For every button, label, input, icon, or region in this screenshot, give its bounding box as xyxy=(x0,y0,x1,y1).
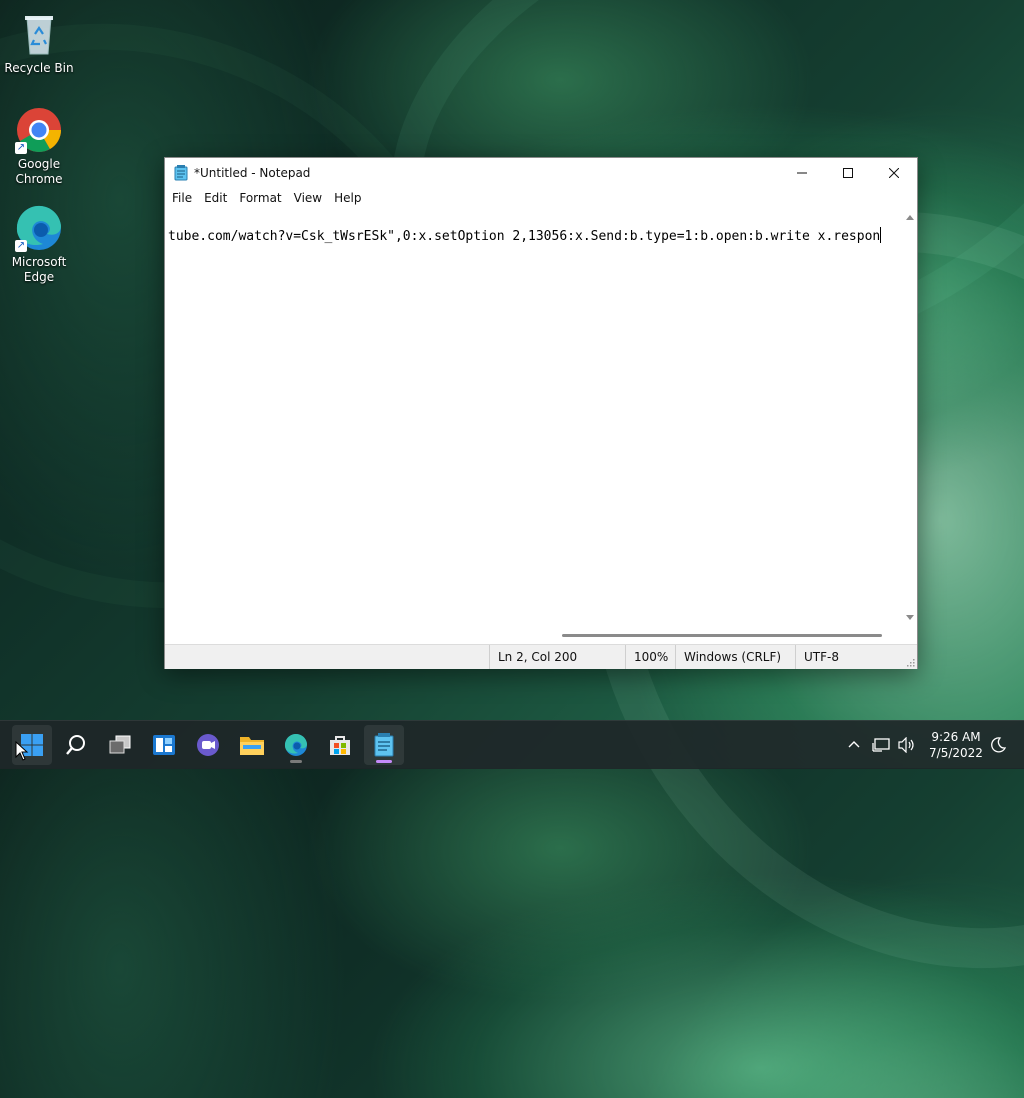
edge-taskbar-button[interactable] xyxy=(276,725,316,765)
shortcut-arrow-icon: ↗ xyxy=(15,240,27,252)
status-cursor-position: Ln 2, Col 200 xyxy=(489,645,618,669)
store-icon xyxy=(330,736,350,755)
notepad-taskbar-button[interactable] xyxy=(364,725,404,765)
taskbar-clock[interactable]: 9:26 AM 7/5/2022 xyxy=(918,729,994,761)
notepad-app-icon xyxy=(173,165,189,181)
chrome-icon: ↗ xyxy=(15,106,63,154)
menu-file[interactable]: File xyxy=(166,191,198,205)
resize-grip-icon xyxy=(907,659,915,667)
widgets-icon xyxy=(153,735,175,755)
task-view-icon xyxy=(109,735,131,754)
widgets-button[interactable] xyxy=(144,725,184,765)
active-indicator xyxy=(376,760,392,763)
menu-format[interactable]: Format xyxy=(233,191,287,205)
recycle-bin-icon xyxy=(15,10,63,58)
desktop-icon-label: Recycle Bin xyxy=(4,61,74,75)
edge-icon xyxy=(284,733,307,756)
minimize-button[interactable] xyxy=(779,158,825,188)
shortcut-arrow-icon: ↗ xyxy=(15,142,27,154)
maximize-button[interactable] xyxy=(825,158,871,188)
close-button[interactable] xyxy=(871,158,917,188)
text-caret xyxy=(880,227,882,243)
status-encoding: UTF-8 xyxy=(795,645,904,669)
desktop-icon-label: Microsoft Edge xyxy=(11,255,67,284)
running-indicator xyxy=(290,760,302,763)
notepad-window[interactable]: *Untitled - Notepad File Edit Format Vie… xyxy=(164,157,918,669)
volume-icon xyxy=(898,737,914,753)
taskbar: 9:26 AM 7/5/2022 xyxy=(0,720,1024,769)
store-button[interactable] xyxy=(320,725,360,765)
search-button[interactable] xyxy=(56,725,96,765)
chat-icon xyxy=(197,734,219,756)
editor-text: tube.com/watch?v=Csk_tWsrESk",0:x.setOpt… xyxy=(168,229,881,244)
scroll-up-icon xyxy=(906,215,914,220)
file-explorer-button[interactable] xyxy=(232,725,272,765)
status-zoom: 100% xyxy=(625,645,676,669)
status-bar: Ln 2, Col 200 100% Windows (CRLF) UTF-8 xyxy=(165,644,917,669)
minimize-icon xyxy=(797,172,807,174)
maximize-icon xyxy=(843,168,853,178)
horizontal-scroll-thumb[interactable] xyxy=(562,634,882,637)
chevron-up-icon xyxy=(848,741,860,748)
menu-edit[interactable]: Edit xyxy=(198,191,233,205)
search-icon xyxy=(66,735,85,755)
status-line-ending: Windows (CRLF) xyxy=(675,645,792,669)
notepad-icon xyxy=(374,733,394,757)
horizontal-scrollbar[interactable] xyxy=(165,626,901,640)
chat-button[interactable] xyxy=(188,725,228,765)
close-icon xyxy=(889,168,899,178)
focus-assist-button[interactable] xyxy=(984,725,1012,765)
window-title: *Untitled - Notepad xyxy=(194,166,311,180)
vertical-scrollbar[interactable] xyxy=(903,209,917,626)
clock-time: 9:26 AM xyxy=(931,730,981,744)
desktop-icon-recycle-bin[interactable]: Recycle Bin xyxy=(4,10,74,76)
edge-icon: ↗ xyxy=(15,204,63,252)
menu-view[interactable]: View xyxy=(288,191,328,205)
menu-bar: File Edit Format View Help xyxy=(165,188,917,208)
file-explorer-icon xyxy=(240,737,264,755)
network-icon xyxy=(872,738,890,752)
desktop-icon-chrome[interactable]: ↗ Google Chrome xyxy=(4,106,74,187)
title-bar[interactable]: *Untitled - Notepad xyxy=(165,158,917,188)
scroll-down-icon xyxy=(906,615,914,620)
task-view-button[interactable] xyxy=(100,725,140,765)
clock-date: 7/5/2022 xyxy=(929,746,983,760)
desktop-icon-label: Google Chrome xyxy=(15,157,63,186)
moon-icon xyxy=(991,737,1006,753)
desktop-icon-edge[interactable]: ↗ Microsoft Edge xyxy=(4,204,74,285)
menu-help[interactable]: Help xyxy=(328,191,367,205)
text-editor[interactable]: tube.com/watch?v=Csk_tWsrESk",0:x.setOpt… xyxy=(165,217,901,626)
mouse-cursor-icon xyxy=(15,741,29,761)
